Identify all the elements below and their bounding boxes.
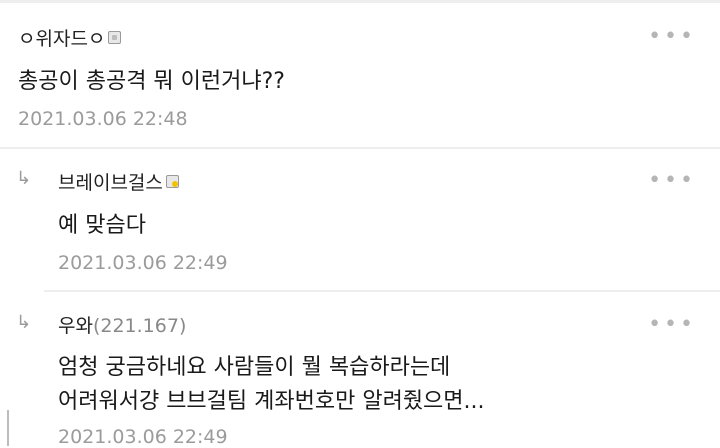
- comment-body: 총공이 총공격 뭐 이런거냐??: [18, 69, 285, 94]
- comment-divider: [0, 147, 720, 149]
- more-options-icon[interactable]: •••: [648, 170, 696, 192]
- more-options-icon[interactable]: •••: [648, 314, 696, 336]
- top-border: [0, 0, 720, 3]
- reply-arrow-icon: ↳: [16, 168, 32, 189]
- scroll-edge-bar: [7, 410, 9, 446]
- comment-divider: [44, 290, 720, 292]
- author-row: 우와(221.167): [58, 311, 186, 338]
- author-row: ㅇ위자드ㅇ: [18, 24, 122, 51]
- comment-timestamp: 2021.03.06 22:49: [58, 426, 228, 448]
- author-ip: (221.167): [92, 315, 187, 337]
- author-name: 우와: [58, 315, 93, 337]
- member-level-icon: [165, 175, 179, 188]
- author-row: 브레이브걸스: [58, 168, 179, 195]
- comment-body: 예 맞슴다: [58, 213, 146, 238]
- reply-arrow-icon: ↳: [16, 312, 32, 333]
- comment-body-line: 어려워서걍 브브걸팀 계좌번호만 알려줬으면...: [58, 389, 485, 414]
- comment-timestamp: 2021.03.06 22:49: [58, 252, 228, 274]
- author-nickname[interactable]: 브레이브걸스: [58, 168, 163, 195]
- member-level-icon: [108, 31, 122, 44]
- more-options-icon[interactable]: •••: [648, 26, 696, 48]
- author-nickname[interactable]: ㅇ위자드ㅇ: [18, 24, 105, 51]
- comment-body-line: 엄청 궁금하네요 사람들이 뭘 복습하라는데: [58, 355, 451, 380]
- comment-timestamp: 2021.03.06 22:48: [18, 108, 188, 130]
- author-nickname[interactable]: 우와(221.167): [58, 311, 186, 338]
